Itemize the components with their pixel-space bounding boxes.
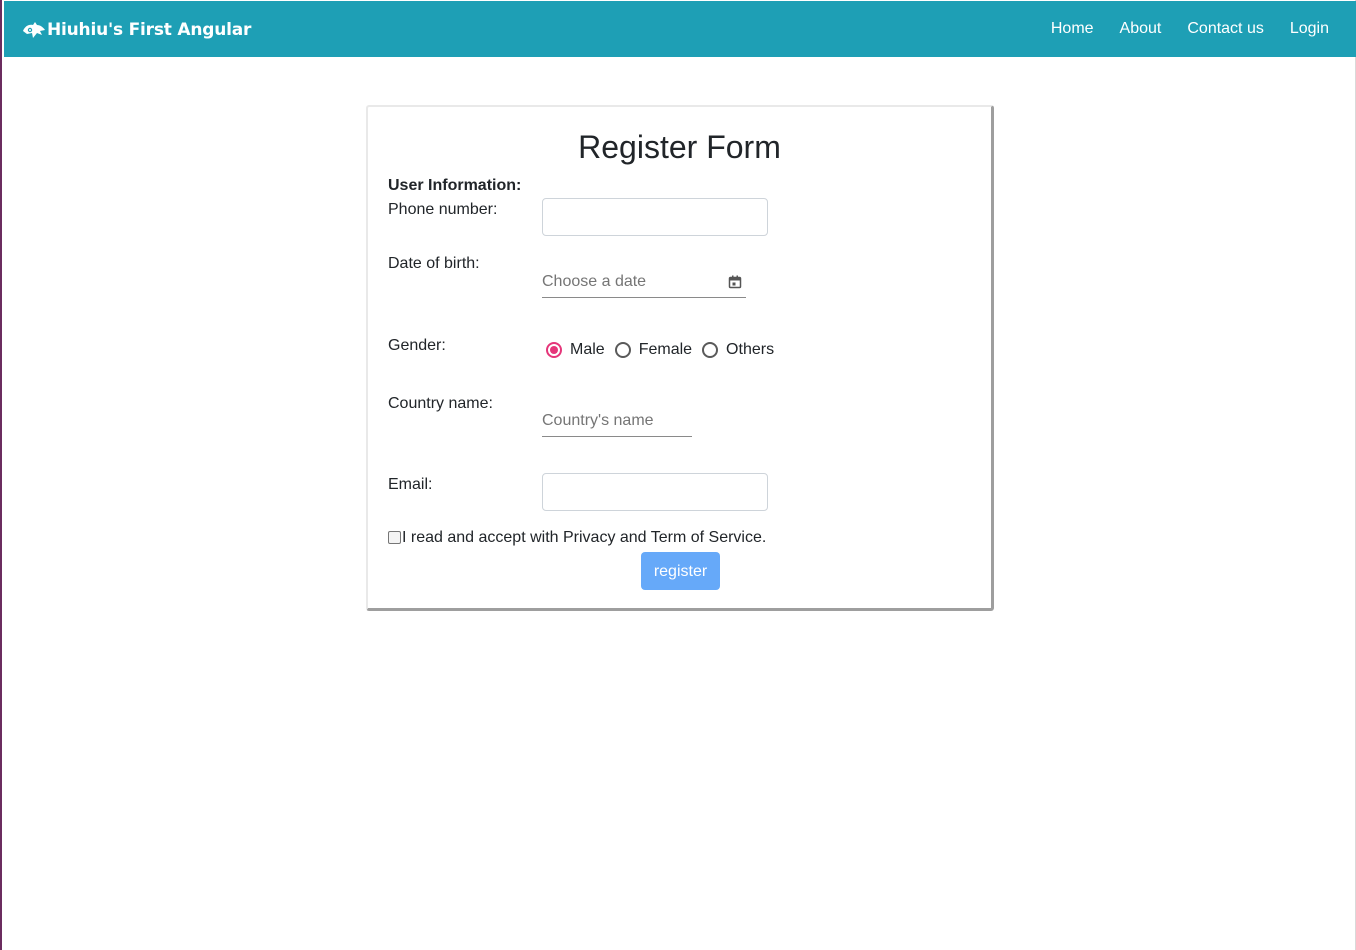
country-label: Country name: xyxy=(388,395,493,412)
browser-viewport: Hiuhiu's First Angular Home About Contac… xyxy=(0,0,1356,950)
gender-option-label: Male xyxy=(570,341,605,358)
phone-input[interactable] xyxy=(542,198,768,236)
user-information-heading: User Information: xyxy=(388,177,522,194)
bird-logo-icon xyxy=(23,22,45,38)
gender-radio-group: Male Female Others xyxy=(546,341,784,359)
gender-option-male[interactable]: Male xyxy=(546,341,605,359)
dob-datepicker[interactable]: Choose a date xyxy=(542,271,746,298)
nav-contact-us[interactable]: Contact us xyxy=(1187,18,1263,40)
form-title: Register Form xyxy=(578,129,781,165)
nav-links: Home About Contact us Login xyxy=(1025,18,1329,40)
gender-option-label: Others xyxy=(726,341,775,358)
brand-link[interactable]: Hiuhiu's First Angular xyxy=(21,18,251,42)
gender-label: Gender: xyxy=(388,337,446,354)
brand-title: Hiuhiu's First Angular xyxy=(47,20,252,40)
country-placeholder: Country's name xyxy=(542,412,654,429)
register-button[interactable]: register xyxy=(641,552,720,590)
terms-label: I read and accept with Privacy and Term … xyxy=(402,529,767,546)
nav-about[interactable]: About xyxy=(1120,18,1162,40)
gender-option-label: Female xyxy=(638,341,693,358)
gender-option-female[interactable]: Female xyxy=(614,341,693,359)
radio-unchecked-icon xyxy=(702,342,719,358)
radio-checked-icon xyxy=(546,342,562,358)
dob-placeholder: Choose a date xyxy=(542,273,647,290)
radio-unchecked-icon xyxy=(614,342,631,358)
terms-agreement: I read and accept with Privacy and Term … xyxy=(388,529,766,547)
nav-login[interactable]: Login xyxy=(1290,18,1329,40)
email-input[interactable] xyxy=(542,473,768,511)
gender-option-others[interactable]: Others xyxy=(702,341,774,359)
nav-home[interactable]: Home xyxy=(1051,18,1094,40)
register-form-card: Register Form User Information: Phone nu… xyxy=(366,105,994,611)
terms-checkbox[interactable] xyxy=(388,530,401,544)
calendar-icon[interactable] xyxy=(728,275,742,289)
navbar: Hiuhiu's First Angular Home About Contac… xyxy=(4,1,1356,57)
phone-label: Phone number: xyxy=(388,201,498,218)
country-input[interactable]: Country's name xyxy=(542,410,692,437)
dob-label: Date of birth: xyxy=(388,255,480,272)
email-label: Email: xyxy=(388,476,433,493)
